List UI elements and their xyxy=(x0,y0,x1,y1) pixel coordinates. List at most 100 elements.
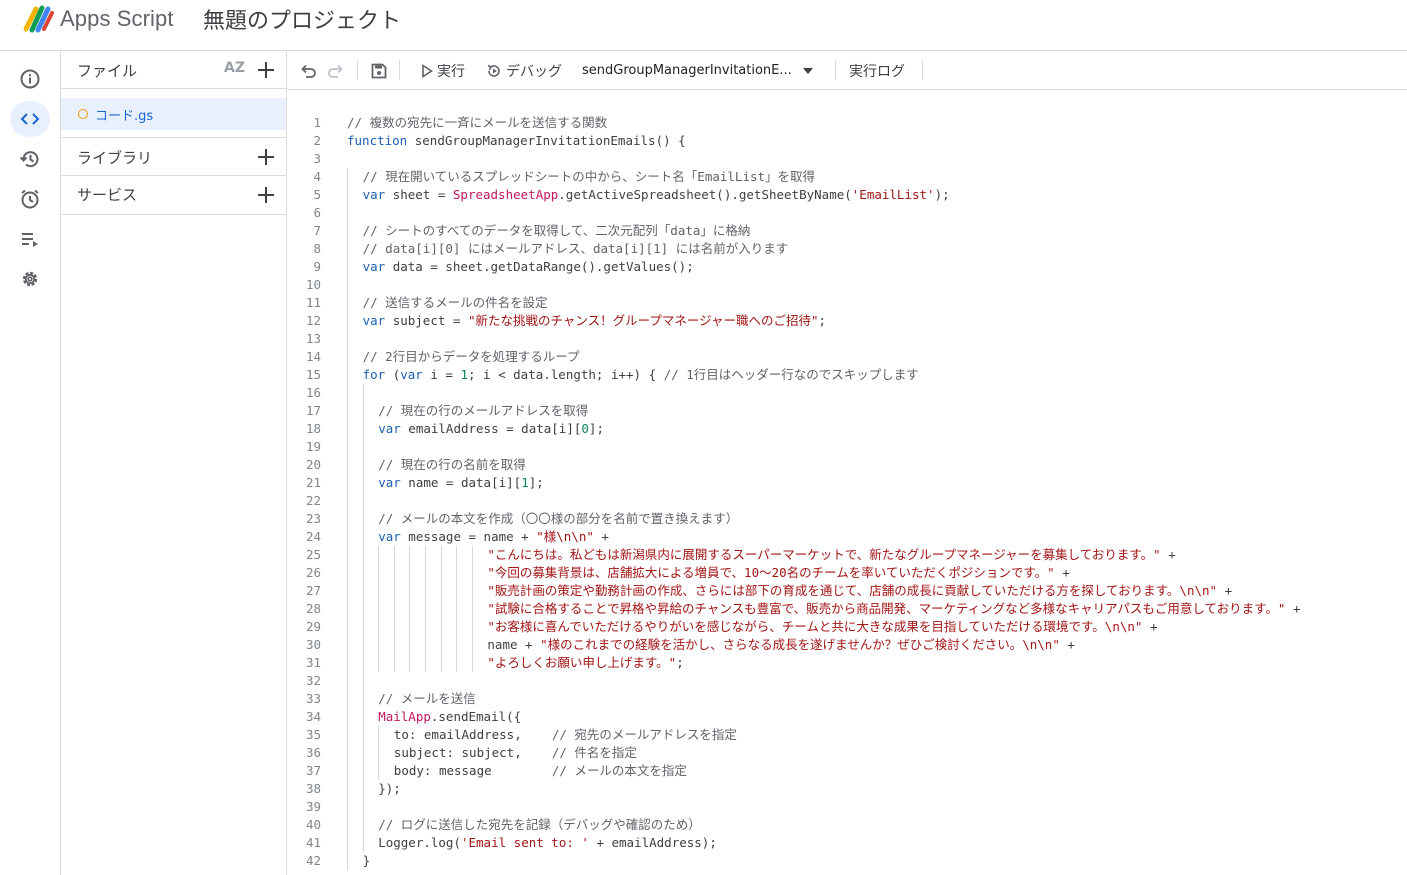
add-service-icon[interactable] xyxy=(254,183,278,207)
app-name[interactable]: Apps Script xyxy=(60,6,174,32)
add-file-icon[interactable] xyxy=(254,58,278,82)
editor-button[interactable] xyxy=(10,101,50,137)
indent-guide xyxy=(471,546,473,564)
triggers-button[interactable] xyxy=(10,181,50,217)
code-text: // メールの本文を作成（〇〇様の部分を名前で置き換えます） xyxy=(378,510,738,528)
code-text: // ログに送信した宛先を記録（デバッグや確認のため） xyxy=(378,816,701,834)
code-text: "こんにちは。私どもは新潟県内に展開するスーパーマーケットで、新たなグループマネ… xyxy=(487,546,1175,564)
line-number: 12 xyxy=(305,313,321,328)
left-rail xyxy=(0,51,61,875)
toolbar-divider xyxy=(399,60,400,80)
indent-guide xyxy=(362,762,364,780)
app-header: Apps Script 無題のプロジェクト xyxy=(0,0,1407,51)
indent-guide xyxy=(347,402,348,420)
indent-guide xyxy=(347,330,348,348)
indent-guide xyxy=(471,654,473,672)
alarm-icon xyxy=(21,189,39,209)
indent-guide xyxy=(362,456,364,474)
indent-guide xyxy=(347,582,348,600)
debug-icon xyxy=(487,64,500,77)
code-token: ); xyxy=(934,187,950,202)
indent-guide xyxy=(409,618,411,636)
undo-button[interactable] xyxy=(299,51,317,90)
add-library-icon[interactable] xyxy=(254,145,278,169)
code-token: + emailAddress); xyxy=(588,835,717,850)
debug-button[interactable]: デバッグ xyxy=(486,51,562,90)
code-text: var subject = "新たな挑戦のチャンス！グループマネージャー職へのご… xyxy=(363,312,826,330)
line-number: 10 xyxy=(305,277,321,292)
indent-guide xyxy=(362,582,364,600)
code-text: for (var i = 1; i < data.length; i++) { … xyxy=(363,366,919,384)
indent-guide xyxy=(347,366,348,384)
code-token: MailApp xyxy=(378,709,431,724)
code-text: "お客様に喜んでいただけるやりがいを感じながら、チームと共に大きな成果を目指して… xyxy=(487,618,1157,636)
indent-guide xyxy=(347,852,348,870)
indent-guide xyxy=(362,546,364,564)
indent-guide xyxy=(409,582,411,600)
files-panel: ファイル AZ コード.gs ライブラリ サービス xyxy=(61,51,287,875)
indent-guide xyxy=(393,636,395,654)
indent-guide xyxy=(440,636,442,654)
code-token: // 1行目はヘッダー行なのでスキップします xyxy=(663,367,919,382)
executions-button[interactable] xyxy=(10,221,50,257)
run-label: 実行 xyxy=(437,63,465,80)
line-number: 1 xyxy=(313,115,321,130)
code-token: // 複数の宛先に一斉にメールを送信する関数 xyxy=(347,115,608,130)
gear-icon xyxy=(22,271,38,287)
project-title[interactable]: 無題のプロジェクト xyxy=(203,3,401,35)
code-editor[interactable]: 1 // 複数の宛先に一斉にメールを送信する関数 2 function sendGro… xyxy=(287,90,1407,875)
function-select[interactable]: sendGroupManagerInvitationE... xyxy=(582,51,814,90)
line-number: 17 xyxy=(305,403,321,418)
code-token: "お客様に喜んでいただけるやりがいを感じながら、チームと共に大きな成果を目指して… xyxy=(487,619,1143,634)
run-button[interactable]: 実行 xyxy=(421,51,465,90)
indent-guide xyxy=(378,546,380,564)
apps-script-logo[interactable] xyxy=(22,3,56,33)
indent-guide xyxy=(393,654,395,672)
indent-guide xyxy=(362,618,364,636)
execution-log-label: 実行ログ xyxy=(849,63,905,80)
code-text: } xyxy=(363,852,371,870)
line-number: 28 xyxy=(305,601,321,616)
code-token: + xyxy=(1059,637,1075,652)
settings-button[interactable] xyxy=(10,261,50,297)
indent-guide xyxy=(347,834,348,852)
code-token: // 宛先のメールアドレスを指定 xyxy=(551,727,737,742)
line-number: 40 xyxy=(305,817,321,832)
sort-az-icon[interactable]: AZ xyxy=(224,60,245,76)
libraries-row[interactable]: ライブラリ xyxy=(61,137,286,176)
line-number: 25 xyxy=(305,547,321,562)
overview-button[interactable] xyxy=(10,61,50,97)
indent-guide xyxy=(425,654,426,672)
file-item-code-gs[interactable]: コード.gs xyxy=(61,98,286,130)
line-number: 5 xyxy=(313,187,321,202)
indent-guide xyxy=(425,564,426,582)
executions-icon xyxy=(22,233,38,247)
indent-guide xyxy=(362,384,364,402)
history-button[interactable] xyxy=(10,141,50,177)
line-number: 23 xyxy=(305,511,321,526)
redo-button[interactable] xyxy=(327,51,345,90)
line-number: 19 xyxy=(305,439,321,454)
files-label: ファイル xyxy=(77,62,138,80)
code-token: } xyxy=(362,853,371,868)
code-token: sendGroupManagerInvitationEmails() { xyxy=(407,133,686,148)
files-header: ファイル AZ xyxy=(61,51,286,89)
code-text: var sheet = SpreadsheetApp.getActiveSpre… xyxy=(363,186,950,204)
indent-guide xyxy=(362,528,364,546)
code-text: // 送信するメールの件名を設定 xyxy=(363,294,548,312)
line-number: 22 xyxy=(305,493,321,508)
indent-guide xyxy=(347,510,348,528)
line-number: 9 xyxy=(313,259,321,274)
indent-guide xyxy=(425,582,426,600)
execution-log-button[interactable]: 実行ログ xyxy=(849,51,905,90)
line-number: 35 xyxy=(305,727,321,742)
code-text: // メールを送信 xyxy=(378,690,476,708)
code-token: .getActiveSpreadsheet().getSheetByName( xyxy=(558,187,852,202)
line-number: 41 xyxy=(305,835,321,850)
indent-guide xyxy=(347,600,348,618)
indent-guide xyxy=(362,600,364,618)
code-text: // 現在の行の名前を取得 xyxy=(378,456,526,474)
services-row[interactable]: サービス xyxy=(61,176,286,215)
save-button[interactable] xyxy=(370,51,388,90)
indent-guide xyxy=(347,672,348,690)
